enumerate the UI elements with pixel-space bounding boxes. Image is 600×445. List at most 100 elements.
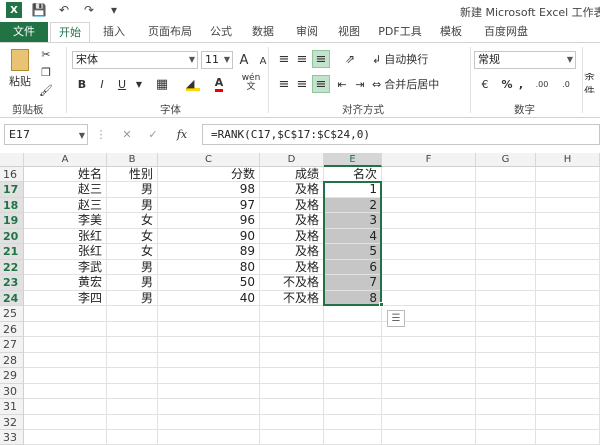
data-cell[interactable]: 黄宏 <box>24 275 107 291</box>
grid-cell[interactable] <box>324 306 382 322</box>
italic-button[interactable]: I <box>94 75 110 93</box>
grid-cell[interactable] <box>382 167 476 183</box>
grid-cell[interactable] <box>158 368 260 384</box>
quick-analysis-icon[interactable]: ☰ <box>387 310 405 328</box>
row-header[interactable]: 27 <box>0 337 24 353</box>
row-header[interactable]: 21 <box>0 244 24 260</box>
data-cell[interactable]: 李美 <box>24 213 107 229</box>
orientation-icon[interactable]: ⇗ <box>338 51 362 67</box>
grid-cell[interactable] <box>158 383 260 400</box>
grid-cell[interactable] <box>536 213 600 229</box>
grid-cell[interactable] <box>476 197 536 214</box>
grid-cell[interactable] <box>476 275 536 291</box>
data-cell[interactable]: 及格 <box>260 259 324 276</box>
chevron-down-icon[interactable]: ▼ <box>134 75 144 93</box>
row-header[interactable]: 25 <box>0 306 24 322</box>
grid-cell[interactable] <box>382 197 476 214</box>
data-cell[interactable]: 男 <box>107 290 158 307</box>
row-header[interactable]: 24 <box>0 290 24 307</box>
data-cell[interactable]: 不及格 <box>260 275 324 291</box>
grid-cell[interactable] <box>324 383 382 400</box>
currency-icon[interactable]: € <box>474 76 496 92</box>
grid-cell[interactable] <box>324 368 382 384</box>
tab-formulas[interactable]: 公式 <box>204 22 238 42</box>
grid-cell[interactable] <box>536 167 600 183</box>
data-cell[interactable]: 80 <box>158 259 260 276</box>
enter-icon[interactable]: ✓ <box>144 126 162 142</box>
row-header[interactable]: 26 <box>0 321 24 338</box>
grid-cell[interactable] <box>107 337 158 353</box>
tab-view[interactable]: 视图 <box>332 22 366 42</box>
column-header-b[interactable]: B <box>107 153 158 167</box>
grid-cell[interactable] <box>476 213 536 229</box>
grid-cell[interactable] <box>158 429 260 445</box>
grid-cell[interactable] <box>536 414 600 430</box>
data-cell[interactable]: 女 <box>107 213 158 229</box>
grid-cell[interactable] <box>536 337 600 353</box>
grid-cell[interactable] <box>382 368 476 384</box>
grid-cell[interactable] <box>382 383 476 400</box>
decrease-indent-icon[interactable]: ⇤ <box>334 76 350 92</box>
data-cell[interactable]: 及格 <box>260 228 324 245</box>
data-cell[interactable]: 不及格 <box>260 290 324 307</box>
name-box[interactable]: E17 ▼ <box>4 124 88 145</box>
font-size-select[interactable]: 11 ▼ <box>201 51 233 69</box>
insert-function-button[interactable]: fx <box>172 126 192 142</box>
grid-cell[interactable] <box>107 306 158 322</box>
select-all-corner[interactable] <box>0 153 24 167</box>
row-header[interactable]: 19 <box>0 213 24 229</box>
grid-cell[interactable] <box>536 429 600 445</box>
data-cell[interactable]: 及格 <box>260 244 324 260</box>
grid-cell[interactable] <box>24 383 107 400</box>
grid-cell[interactable] <box>158 399 260 415</box>
grid-cell[interactable] <box>476 383 536 400</box>
header-cell[interactable]: 名次 <box>324 167 382 183</box>
align-bottom-icon[interactable]: ≡ <box>312 50 330 68</box>
column-header-e[interactable]: E <box>324 153 382 167</box>
tab-insert[interactable]: 插入 <box>96 22 132 42</box>
data-cell[interactable]: 及格 <box>260 213 324 229</box>
grid-cell[interactable] <box>476 399 536 415</box>
row-header[interactable]: 22 <box>0 259 24 276</box>
font-color-icon[interactable]: A <box>208 75 230 93</box>
grid-cell[interactable] <box>382 275 476 291</box>
underline-button[interactable]: U <box>114 75 130 93</box>
grid-cell[interactable] <box>260 321 324 338</box>
grid-cell[interactable] <box>382 259 476 276</box>
grid-cell[interactable] <box>158 352 260 369</box>
grid-cell[interactable] <box>476 352 536 369</box>
data-cell[interactable]: 赵三 <box>24 197 107 214</box>
undo-icon[interactable]: ↶ <box>56 2 72 18</box>
data-cell[interactable]: 男 <box>107 197 158 214</box>
grid-cell[interactable] <box>324 414 382 430</box>
data-cell[interactable]: 男 <box>107 275 158 291</box>
fill-color-icon[interactable]: ◢ <box>182 75 204 93</box>
grid-cell[interactable] <box>260 414 324 430</box>
align-middle-icon[interactable]: ≡ <box>294 51 310 67</box>
column-header-h[interactable]: H <box>536 153 600 167</box>
tab-home[interactable]: 开始 <box>50 22 90 43</box>
grid-cell[interactable] <box>536 321 600 338</box>
data-cell[interactable]: 李四 <box>24 290 107 307</box>
column-header-a[interactable]: A <box>24 153 107 167</box>
grid-cell[interactable] <box>476 259 536 276</box>
grid-cell[interactable] <box>382 429 476 445</box>
grid-cell[interactable] <box>382 399 476 415</box>
data-cell[interactable]: 男 <box>107 182 158 198</box>
column-header-g[interactable]: G <box>476 153 536 167</box>
grid-cell[interactable] <box>260 352 324 369</box>
data-cell[interactable]: 张红 <box>24 228 107 245</box>
header-cell[interactable]: 姓名 <box>24 167 107 183</box>
grid-cell[interactable] <box>536 244 600 260</box>
grid-cell[interactable] <box>158 414 260 430</box>
data-cell[interactable]: 89 <box>158 244 260 260</box>
grid-cell[interactable] <box>24 321 107 338</box>
grid-cell[interactable] <box>107 321 158 338</box>
grid-cell[interactable] <box>476 337 536 353</box>
paste-button[interactable]: 粘贴 <box>6 47 34 91</box>
header-cell[interactable]: 性别 <box>107 167 158 183</box>
data-cell[interactable]: 97 <box>158 197 260 214</box>
save-icon[interactable]: 💾 <box>31 2 47 18</box>
row-header[interactable]: 28 <box>0 352 24 369</box>
font-name-select[interactable]: 宋体 ▼ <box>72 51 198 69</box>
